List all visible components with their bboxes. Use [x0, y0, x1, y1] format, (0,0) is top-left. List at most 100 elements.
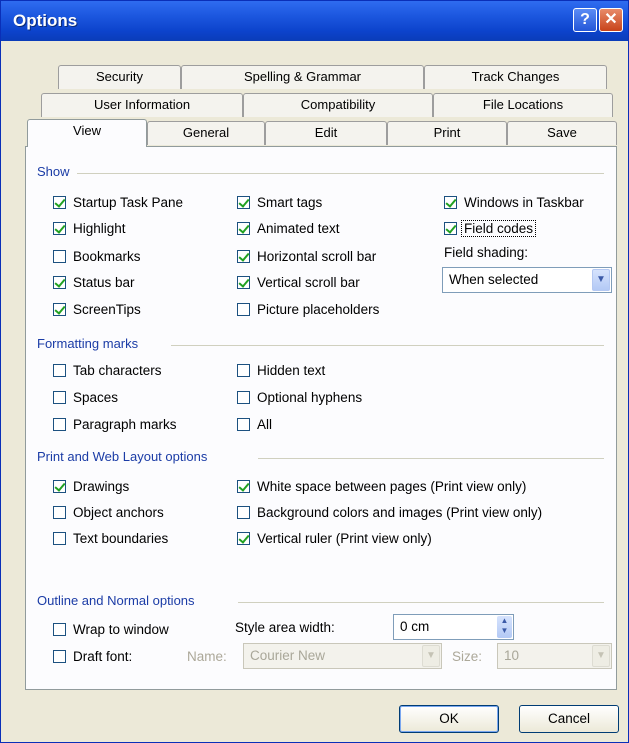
- checkbox-box[interactable]: [237, 505, 250, 519]
- checkbox-object-anchors[interactable]: Object anchors: [53, 502, 164, 522]
- checkbox-box[interactable]: [53, 195, 66, 209]
- group-divider: [171, 345, 604, 346]
- checkbox-label: Vertical ruler (Print view only): [257, 530, 432, 546]
- checkbox-label: Picture placeholders: [257, 301, 380, 317]
- checkbox-label: Startup Task Pane: [73, 194, 184, 210]
- checkbox-highlight[interactable]: Highlight: [53, 218, 126, 238]
- tab-print[interactable]: Print: [387, 121, 507, 145]
- checkbox-text-boundaries[interactable]: Text boundaries: [53, 528, 168, 548]
- field-shading-select[interactable]: When selected ▼: [442, 267, 612, 293]
- checkbox-background-colors[interactable]: Background colors and images (Print view…: [237, 502, 542, 522]
- checkbox-field-codes[interactable]: Field codes: [444, 218, 537, 238]
- checkbox-label: Background colors and images (Print view…: [257, 504, 543, 520]
- checkbox-box[interactable]: [444, 195, 457, 209]
- checkbox-white-space-between-pages[interactable]: White space between pages (Print view on…: [237, 476, 526, 496]
- checkbox-draft-font[interactable]: Draft font:: [53, 646, 132, 666]
- tab-general[interactable]: General: [147, 121, 265, 145]
- tab-user-information[interactable]: User Information: [41, 93, 243, 117]
- checkbox-box[interactable]: [237, 390, 250, 404]
- field-shading-label: Field shading:: [444, 245, 529, 260]
- checkbox-drawings[interactable]: Drawings: [53, 476, 129, 496]
- tab-view[interactable]: View: [27, 119, 147, 147]
- tab-save[interactable]: Save: [507, 121, 617, 145]
- checkbox-picture-placeholders[interactable]: Picture placeholders: [237, 299, 379, 319]
- font-size-select[interactable]: 10 ▼: [497, 643, 612, 669]
- checkbox-windows-in-taskbar[interactable]: Windows in Taskbar: [444, 192, 584, 212]
- checkbox-box[interactable]: [237, 417, 250, 431]
- checkbox-label: Paragraph marks: [73, 416, 177, 432]
- checkbox-paragraph-marks[interactable]: Paragraph marks: [53, 414, 177, 434]
- field-shading-value: When selected: [449, 272, 539, 287]
- checkbox-label: Draft font:: [73, 648, 133, 664]
- checkbox-box[interactable]: [53, 390, 66, 404]
- checkbox-box[interactable]: [53, 417, 66, 431]
- chevron-down-icon[interactable]: ▼: [592, 269, 610, 291]
- checkbox-box[interactable]: [237, 531, 250, 545]
- checkbox-box[interactable]: [53, 479, 66, 493]
- checkbox-label: Wrap to window: [73, 621, 169, 637]
- checkbox-box[interactable]: [237, 479, 250, 493]
- group-print-web-heading: Print and Web Layout options: [37, 449, 208, 464]
- tab-compatibility[interactable]: Compatibility: [243, 93, 433, 117]
- help-icon[interactable]: ?: [573, 8, 597, 32]
- checkbox-label: Text boundaries: [73, 530, 169, 546]
- style-area-width-spinner[interactable]: 0 cm ▲ ▼: [393, 614, 514, 640]
- checkbox-bookmarks[interactable]: Bookmarks: [53, 246, 141, 266]
- checkbox-box[interactable]: [53, 363, 66, 377]
- tab-file-locations[interactable]: File Locations: [433, 93, 613, 117]
- checkbox-box[interactable]: [53, 622, 66, 636]
- checkbox-box[interactable]: [237, 302, 250, 316]
- checkbox-box[interactable]: [53, 221, 66, 235]
- tab-edit[interactable]: Edit: [265, 121, 387, 145]
- group-formatting-heading: Formatting marks: [37, 336, 139, 351]
- checkbox-label: All: [257, 416, 273, 432]
- font-name-value: Courier New: [250, 648, 326, 663]
- tab-spelling-grammar[interactable]: Spelling & Grammar: [181, 65, 424, 89]
- checkbox-box[interactable]: [53, 649, 66, 663]
- checkbox-status-bar[interactable]: Status bar: [53, 272, 135, 292]
- checkbox-box[interactable]: [444, 221, 457, 235]
- checkbox-box[interactable]: [237, 221, 250, 235]
- checkbox-hidden-text[interactable]: Hidden text: [237, 360, 325, 380]
- checkbox-box[interactable]: [53, 275, 66, 289]
- checkbox-label: ScreenTips: [73, 301, 141, 317]
- checkbox-box[interactable]: [237, 195, 250, 209]
- checkbox-box[interactable]: [53, 249, 66, 263]
- checkbox-box[interactable]: [237, 363, 250, 377]
- checkbox-label: Optional hyphens: [257, 389, 363, 405]
- checkbox-horizontal-scroll-bar[interactable]: Horizontal scroll bar: [237, 246, 376, 266]
- checkbox-all[interactable]: All: [237, 414, 272, 434]
- chevron-down-icon[interactable]: ▼: [422, 645, 440, 667]
- checkbox-tab-characters[interactable]: Tab characters: [53, 360, 162, 380]
- title-bar[interactable]: Options ? ✕: [1, 1, 628, 41]
- cancel-button[interactable]: Cancel: [519, 705, 619, 733]
- checkbox-box[interactable]: [53, 505, 66, 519]
- spin-arrows-icon[interactable]: ▲ ▼: [497, 616, 512, 638]
- checkbox-vertical-scroll-bar[interactable]: Vertical scroll bar: [237, 272, 360, 292]
- checkbox-label: Horizontal scroll bar: [257, 248, 377, 264]
- checkbox-label: Smart tags: [257, 194, 323, 210]
- ok-button[interactable]: OK: [399, 705, 499, 733]
- options-dialog: Options ? ✕ Security Spelling & Grammar …: [0, 0, 629, 743]
- close-icon[interactable]: ✕: [599, 8, 623, 32]
- tab-security[interactable]: Security: [58, 65, 181, 89]
- checkbox-wrap-to-window[interactable]: Wrap to window: [53, 619, 169, 639]
- checkbox-box[interactable]: [53, 531, 66, 545]
- tab-track-changes[interactable]: Track Changes: [424, 65, 607, 89]
- checkbox-smart-tags[interactable]: Smart tags: [237, 192, 322, 212]
- chevron-down-icon[interactable]: ▼: [592, 645, 610, 667]
- checkbox-box[interactable]: [237, 275, 250, 289]
- checkbox-label: Status bar: [73, 274, 135, 290]
- checkbox-box[interactable]: [53, 302, 66, 316]
- group-show-heading: Show: [37, 164, 70, 179]
- checkbox-startup-task-pane[interactable]: Startup Task Pane: [53, 192, 183, 212]
- checkbox-optional-hyphens[interactable]: Optional hyphens: [237, 387, 362, 407]
- checkbox-screentips[interactable]: ScreenTips: [53, 299, 141, 319]
- checkbox-box[interactable]: [237, 249, 250, 263]
- font-size-label: Size:: [452, 649, 483, 664]
- group-divider: [77, 173, 604, 174]
- checkbox-vertical-ruler[interactable]: Vertical ruler (Print view only): [237, 528, 432, 548]
- checkbox-spaces[interactable]: Spaces: [53, 387, 118, 407]
- font-name-select[interactable]: Courier New ▼: [243, 643, 442, 669]
- checkbox-animated-text[interactable]: Animated text: [237, 218, 340, 238]
